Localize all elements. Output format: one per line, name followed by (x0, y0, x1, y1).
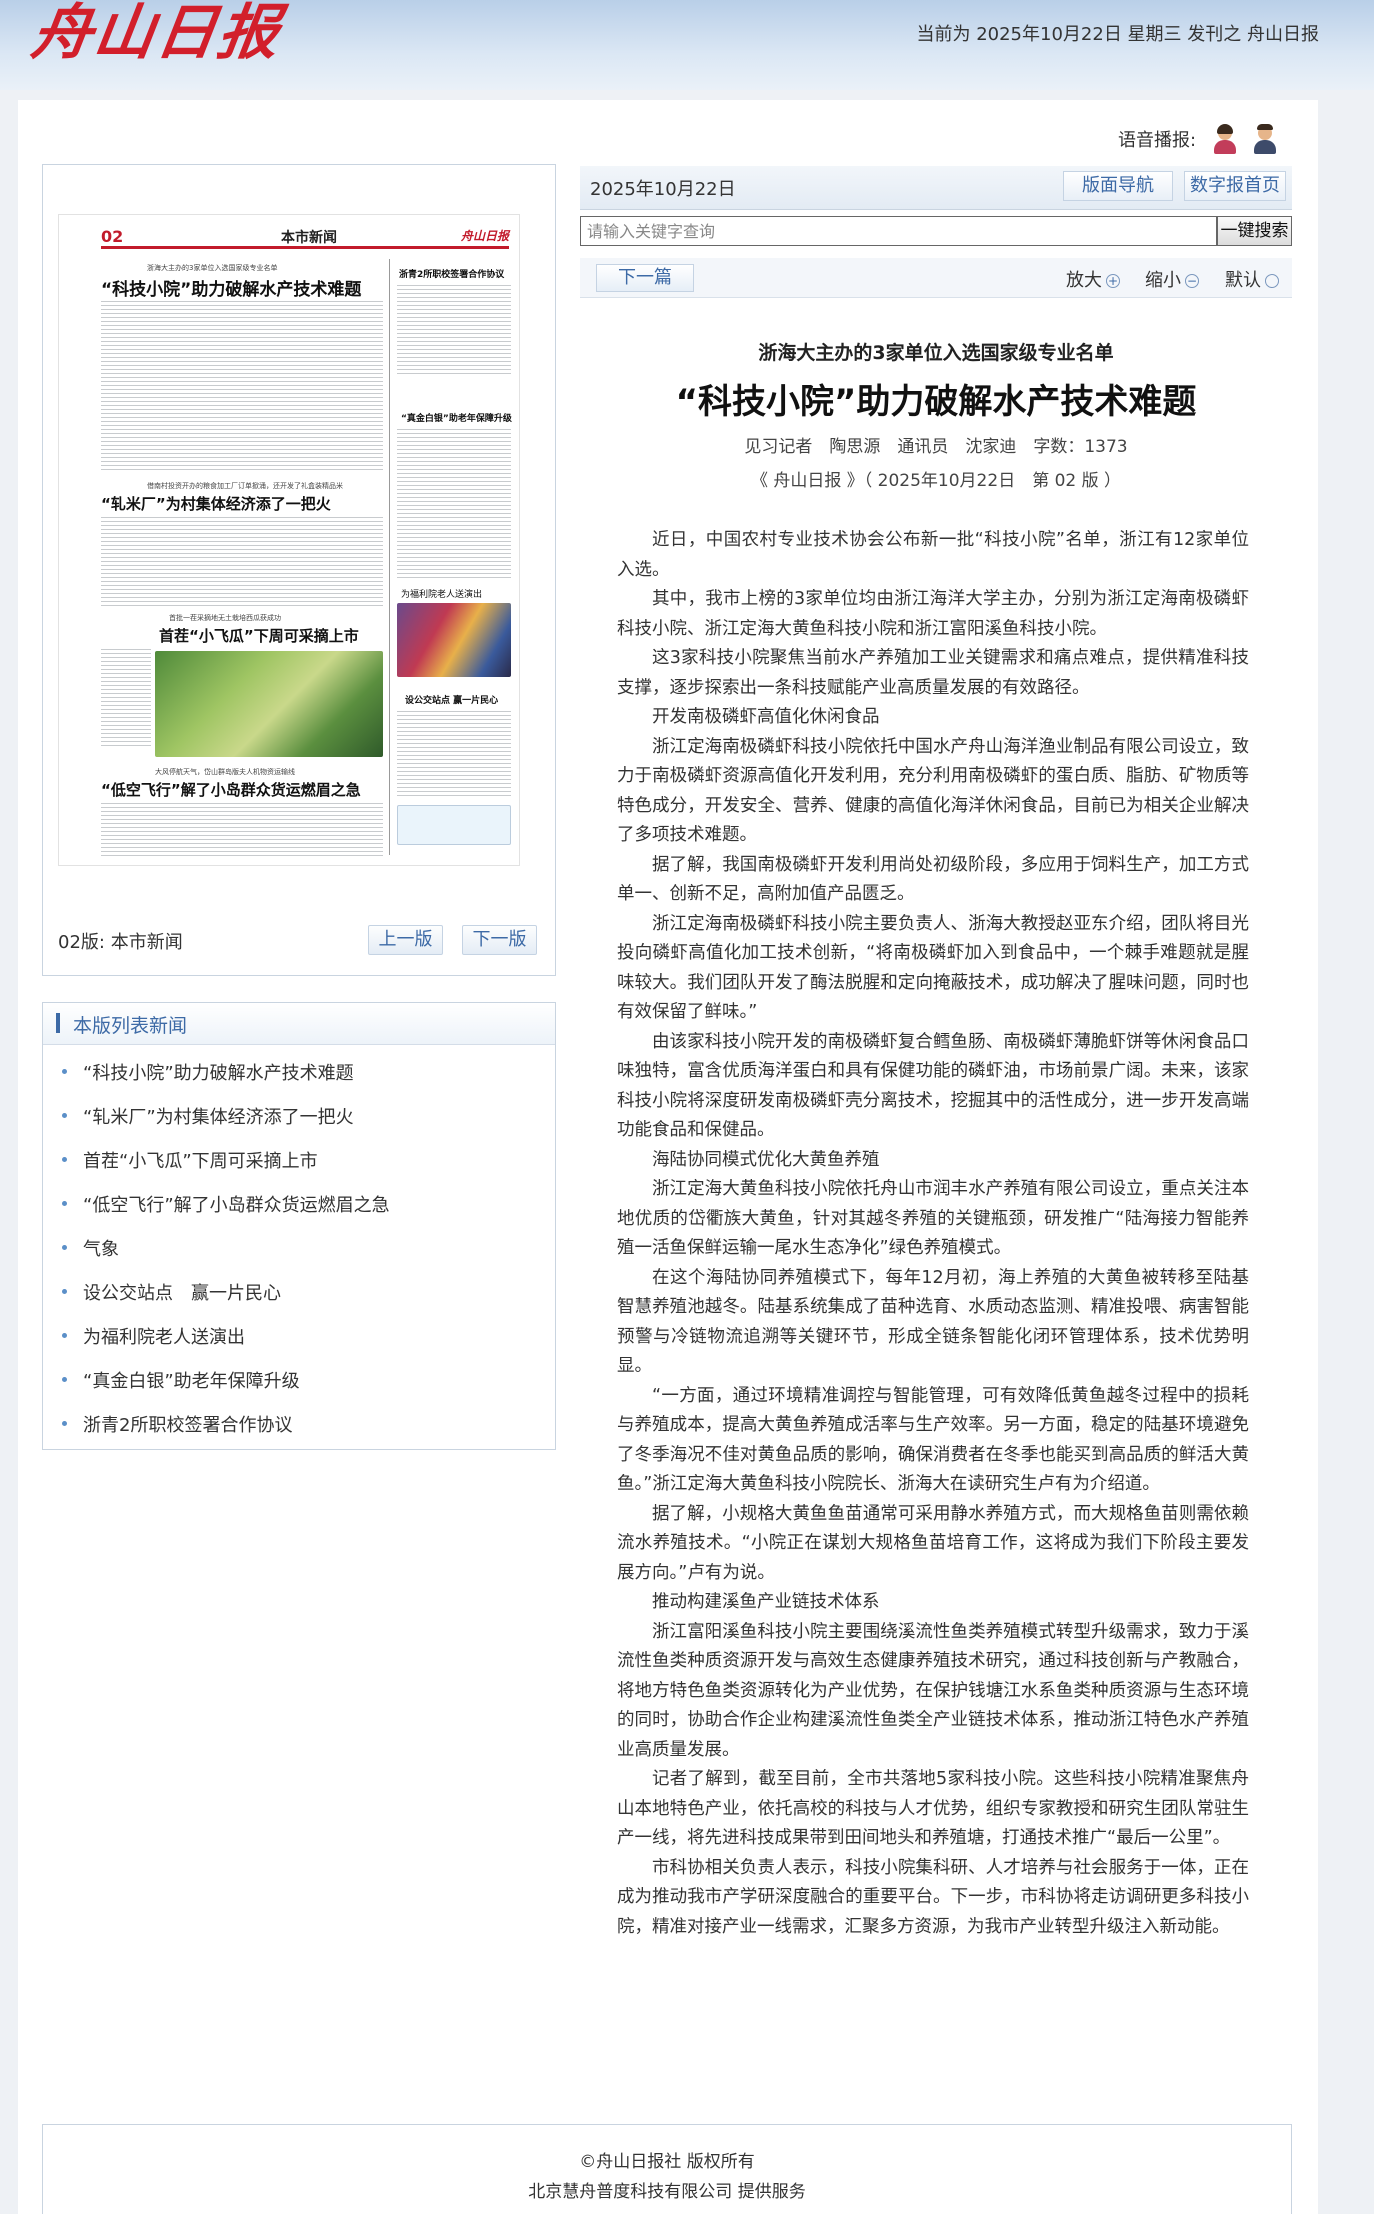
thumb-h1: “科技小院”助力破解水产技术难题 (101, 280, 362, 300)
article-paragraph: “一方面，通过环境精准调控与智能管理，可有效降低黄鱼越冬过程中的损耗与养殖成本，… (617, 1385, 1249, 1495)
news-list-header: 本版列表新闻 (43, 1003, 555, 1045)
news-list-item[interactable]: “科技小院”助力破解水产技术难题 (62, 1059, 354, 1085)
article-paragraph: 近日，中国农村专业技术协会公布新一批“科技小院”名单，浙江有12家单位入选。 (617, 530, 1249, 580)
news-list-item[interactable]: 浙青2所职校签署合作协议 (61, 1411, 292, 1437)
page-footer: ©舟山日报社 版权所有 北京慧舟普度科技有限公司 提供服务 (42, 2124, 1292, 2214)
article-toolbar: 下一篇 放大 + 缩小 − 默认 (580, 258, 1292, 298)
thumb-r1: 浙青2所职校签署合作协议 (399, 270, 505, 280)
thumb-r2: “真金白银”助老年保障升级 (401, 414, 512, 424)
article-paragraph: 据了解，我国南极磷虾开发利用尚处初级阶段，多应用于饲料生产，加工方式单一、创新不… (617, 854, 1249, 905)
thumb-h3: 首茬“小飞瓜”下周可采摘上市 (159, 627, 359, 645)
article-paragraph: 记者了解到，截至目前，全市共落地5家科技小院。这些科技小院精准聚焦舟山本地特色产… (617, 1769, 1249, 1848)
article-subheading: 推动构建溪鱼产业链技术体系 (652, 1592, 880, 1612)
next-article-button[interactable]: 下一篇 (596, 264, 694, 292)
thumb-text (101, 301, 383, 471)
page-label: 02版: 本市新闻 (58, 932, 183, 953)
plus-circle-icon: + (1106, 274, 1120, 288)
thumb-r4: 设公交站点 赢一片民心 (405, 696, 499, 706)
voice-broadcast: 语音播报: (1118, 124, 1277, 154)
publish-info: 当前为 2025年10月22日 星期三 发刊之 舟山日报 (916, 24, 1319, 45)
prev-page-button[interactable]: 上一版 (368, 925, 443, 955)
news-list-item[interactable]: 气象 (62, 1235, 119, 1261)
page-thumbnail[interactable]: 02 本市新闻 舟山日报 浙海大主办的3家单位入选国家级专业名单 “科技小院”助… (58, 214, 520, 866)
thumb-h3-sub: 首批一茬采摘地无土栽培西瓜获成功 (169, 614, 281, 622)
article-paragraph: 市科协相关负责人表示，科技小院集科研、人才培养与社会服务于一体，正在成为推动我市… (617, 1857, 1249, 1937)
thumb-brand: 舟山日报 (460, 229, 509, 243)
copyright-text: ©舟山日报社 版权所有 (579, 2152, 755, 2172)
next-page-button[interactable]: 下一版 (462, 925, 537, 955)
article-paragraph: 浙江定海南极磷虾科技小院依托中国水产舟山海洋渔业制品有限公司设立，致力于南极磷虾… (617, 736, 1249, 846)
article-paragraph: 这3家科技小院聚焦当前水产养殖加工业关键需求和痛点难点，提供精准科技支撑，逐步探… (617, 648, 1249, 698)
news-list-item[interactable]: 首茬“小飞瓜”下周可采摘上市 (62, 1147, 318, 1173)
article-paragraph: 其中，我市上榜的3家单位均由浙江海洋大学主办，分别为浙江定海南极磷虾科技小院、浙… (617, 589, 1249, 639)
article-paragraph: 在这个海陆协同养殖模式下，每年12月初，海上养殖的大黄鱼被转移至陆基智慧养殖池越… (617, 1267, 1249, 1377)
thumb-h1-sub: 浙海大主办的3家单位入选国家级专业名单 (147, 264, 278, 272)
article-source: 《 舟山日报 》（ 2025年10月22日 第 02 版 ） (750, 471, 1122, 491)
thumb-text (101, 649, 151, 749)
issue-date: 2025年10月22日 (590, 179, 736, 200)
thumb-text (101, 803, 383, 859)
thumb-r3: 为福利院老人送演出 (401, 590, 483, 600)
thumb-text (101, 517, 383, 607)
thumb-text (397, 285, 511, 375)
thumb-divider (389, 259, 390, 855)
search-row: 一键搜索 (580, 216, 1292, 246)
article-title: “科技小院”助力破解水产技术难题 (675, 382, 1197, 422)
thumb-weather-box (397, 805, 511, 845)
thumb-h4-sub: 大风停航天气，岱山群岛版夫人机物资运输线 (155, 768, 295, 776)
news-list-item[interactable]: 为福利院老人送演出 (62, 1323, 245, 1349)
digital-home-button[interactable]: 数字报首页 (1184, 171, 1286, 201)
circle-icon (1265, 274, 1279, 288)
news-list-item[interactable]: “低空飞行”解了小岛群众货运燃眉之急 (62, 1191, 390, 1217)
article-meta: 见习记者 陶思源 通讯员 沈家迪 字数：1373 (744, 437, 1128, 457)
news-list-item[interactable]: 设公交站点 赢一片民心 (62, 1279, 281, 1305)
zoom-out-label: 缩小 (1145, 270, 1181, 291)
zoom-in-button[interactable]: 放大 + (1066, 266, 1120, 292)
thumb-header: 02 本市新闻 舟山日报 (101, 227, 509, 249)
male-voice-icon[interactable] (1254, 124, 1277, 154)
news-list-item[interactable]: “真金白银”助老年保障升级 (62, 1367, 300, 1393)
minus-circle-icon: − (1185, 274, 1199, 288)
provider-text: 北京慧舟普度科技有限公司 提供服务 (528, 2182, 806, 2202)
zoom-default-button[interactable]: 默认 (1225, 266, 1279, 292)
article-paragraph: 浙江富阳溪鱼科技小院主要围绕溪流性鱼类养殖模式转型升级需求，致力于溪流性鱼类种质… (617, 1621, 1249, 1760)
search-input[interactable] (580, 216, 1217, 246)
article-subtitle: 浙海大主办的3家单位入选国家级专业名单 (758, 342, 1114, 364)
top-banner: 舟山日报 当前为 2025年10月22日 星期三 发刊之 舟山日报 (0, 0, 1374, 90)
thumb-h2-sub: 借南村投资开办的粮食加工厂订单掀涌，还开发了礼盒装精品米 (147, 482, 343, 490)
thumb-text (397, 711, 511, 797)
article-paragraph: 浙江定海大黄鱼科技小院依托舟山市润丰水产养殖有限公司设立，重点关注本地优质的岱衢… (617, 1179, 1249, 1258)
news-list-box: 本版列表新闻 “科技小院”助力破解水产技术难题 “轧米厂”为村集体经济添了一把火… (42, 1002, 556, 1450)
article-body: 近日，中国农村专业技术协会公布新一批“科技小院”名单，浙江有12家单位入选。 其… (617, 526, 1249, 1942)
female-voice-icon[interactable] (1214, 124, 1237, 154)
news-list-item[interactable]: “轧米厂”为村集体经济添了一把火 (62, 1103, 354, 1129)
date-bar: 2025年10月22日 版面导航 数字报首页 (580, 166, 1292, 210)
title-bar-icon (56, 1013, 60, 1033)
newspaper-logo[interactable]: 舟山日报 (27, 0, 285, 70)
search-button[interactable]: 一键搜索 (1217, 216, 1292, 246)
thumb-section: 本市新闻 (281, 230, 337, 246)
thumb-page-num: 02 (101, 227, 124, 246)
thumb-h4: “低空飞行”解了小岛群众货运燃眉之急 (101, 781, 361, 799)
article-subheading: 开发南极磷虾高值化休闲食品 (652, 707, 880, 727)
news-list-title: 本版列表新闻 (73, 1015, 188, 1037)
zoom-in-label: 放大 (1066, 270, 1102, 291)
article-paragraph: 据了解，小规格大黄鱼鱼苗通常可采用静水养殖方式，而大规格鱼苗则需依赖流水养殖技术… (617, 1503, 1249, 1583)
zoom-default-label: 默认 (1225, 270, 1261, 291)
thumb-h2: “轧米厂”为村集体经济添了一把火 (101, 495, 331, 513)
article-paragraph: 浙江定海南极磷虾科技小院主要负责人、浙海大教授赵亚东介绍，团队将目光投向磷虾高值… (617, 913, 1249, 1023)
thumb-photo-performance (397, 603, 511, 677)
page-nav-button[interactable]: 版面导航 (1063, 171, 1173, 201)
thumb-photo-melon (155, 651, 383, 757)
thumb-text (397, 429, 511, 579)
article-subheading: 海陆协同模式优化大黄鱼养殖 (652, 1149, 880, 1170)
zoom-out-button[interactable]: 缩小 − (1145, 266, 1199, 292)
article-paragraph: 由该家科技小院开发的南极磷虾复合鳕鱼肠、南极磷虾薄脆虾饼等休闲食品口味独特，富含… (617, 1031, 1249, 1141)
voice-label: 语音播报: (1118, 130, 1197, 151)
